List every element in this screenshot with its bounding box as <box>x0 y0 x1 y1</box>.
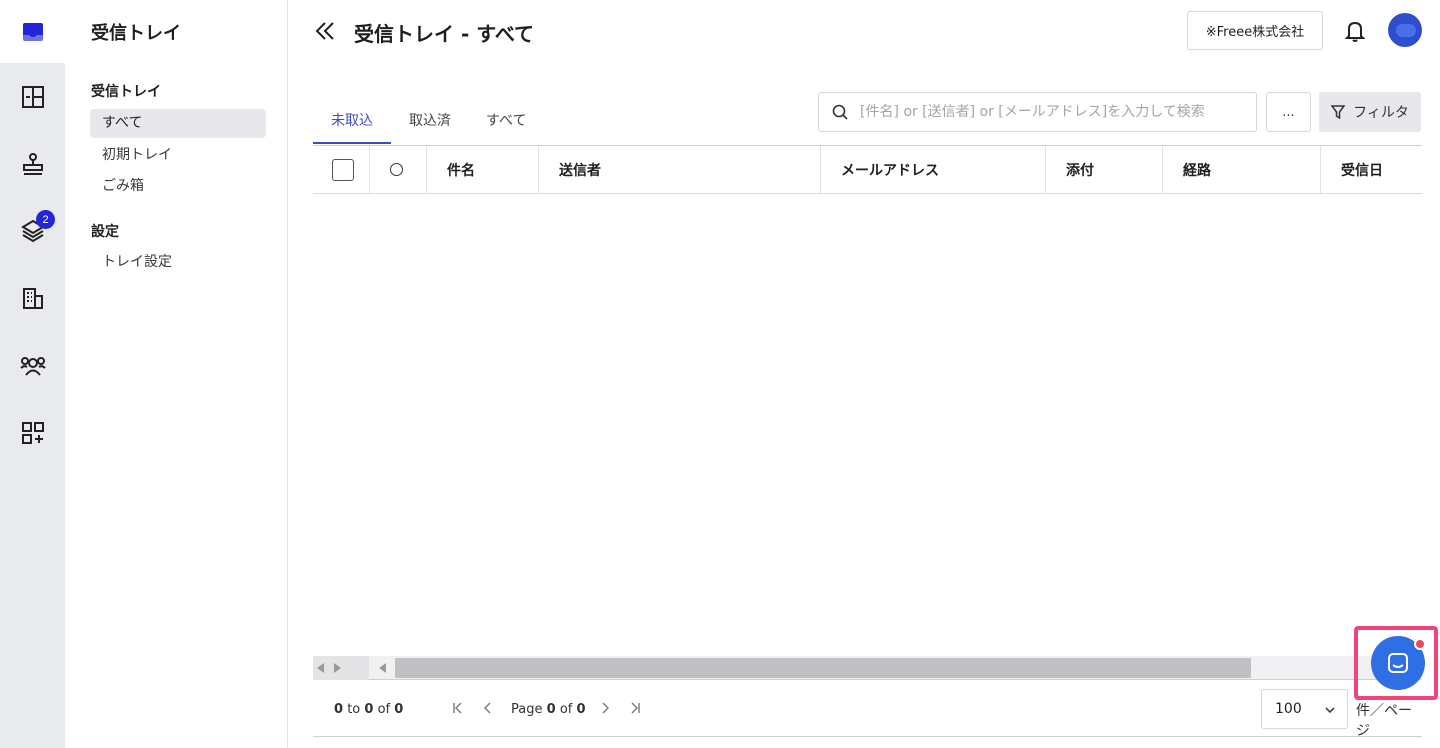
tab-not-imported[interactable]: 未取込 <box>331 110 373 130</box>
more-button[interactable]: ... <box>1266 92 1311 132</box>
secondary-sidebar: 受信トレイ 受信トレイ すべて 初期トレイ ごみ箱 設定 トレイ設定 <box>65 0 288 748</box>
filter-icon <box>1331 105 1346 119</box>
range-to-word: to <box>347 702 361 717</box>
dashboard-icon[interactable] <box>0 73 65 121</box>
chevron-down-icon <box>1325 707 1335 714</box>
building-icon[interactable] <box>0 274 65 322</box>
column-header-sender[interactable]: 送信者 <box>538 146 821 193</box>
tab-imported[interactable]: 取込済 <box>409 110 451 130</box>
page-title: 受信トレイ - すべて <box>354 22 535 46</box>
scroll-right-icon[interactable] <box>333 663 341 673</box>
status-column-header <box>369 146 427 193</box>
column-header-route[interactable]: 経路 <box>1162 146 1321 193</box>
sidebar-item-all[interactable]: すべて <box>90 109 266 138</box>
chat-unread-dot <box>1414 638 1426 650</box>
scroll-left-icon[interactable] <box>317 663 325 673</box>
range-to: 0 <box>364 702 374 717</box>
column-header-attachment[interactable]: 添付 <box>1045 146 1163 193</box>
notification-badge: 2 <box>36 210 55 229</box>
avatar[interactable] <box>1388 13 1422 47</box>
per-page-unit: 件／ページ <box>1356 703 1412 739</box>
add-app-icon[interactable] <box>0 409 65 457</box>
main-content: 受信トレイ - すべて ※Freee株式会社 未取込 取込済 すべて ... フ… <box>288 0 1440 748</box>
previous-page-icon[interactable] <box>481 700 495 719</box>
sidebar-item-trash[interactable]: ごみ箱 <box>90 172 266 201</box>
range-of-word: of <box>377 702 391 717</box>
filter-button-label: フィルタ <box>1353 105 1409 121</box>
tab-all[interactable]: すべて <box>486 110 526 130</box>
row-range: 0 to 0 of 0 <box>334 702 403 717</box>
icon-rail: 2 <box>0 0 65 748</box>
page-current: 0 <box>546 702 556 717</box>
next-page-icon[interactable] <box>598 700 612 719</box>
sidebar-section-settings: 設定 <box>91 224 119 240</box>
select-all-cell <box>313 146 370 193</box>
per-page-value: 100 <box>1275 701 1302 717</box>
inbox-logo-icon[interactable] <box>0 0 65 63</box>
layers-icon[interactable]: 2 <box>0 207 65 255</box>
page-of-word: of <box>559 702 573 717</box>
pinned-scroll-area <box>313 656 369 680</box>
horizontal-scrollbar[interactable] <box>313 656 1422 680</box>
pagination-bar: 0 to 0 of 0 Page 0 of 0 100 件／ページ <box>313 681 1422 739</box>
status-circle-icon <box>390 163 403 176</box>
users-icon[interactable] <box>0 342 65 390</box>
search-icon <box>832 104 848 120</box>
scroll-left-main-icon[interactable] <box>379 663 387 673</box>
search-input[interactable] <box>860 104 1250 120</box>
range-from: 0 <box>334 702 344 717</box>
column-header-subject[interactable]: 件名 <box>426 146 539 193</box>
first-page-icon[interactable] <box>451 700 465 719</box>
active-tab-indicator <box>313 142 391 144</box>
chat-icon <box>1388 653 1408 673</box>
scrollbar-thumb[interactable] <box>395 658 1251 678</box>
page-indicator: Page 0 of 0 <box>511 702 586 717</box>
sidebar-item-default-tray[interactable]: 初期トレイ <box>90 141 266 170</box>
collapse-double-chevron-icon[interactable] <box>315 21 335 45</box>
filter-button[interactable]: フィルタ <box>1319 92 1421 132</box>
column-header-received-date[interactable]: 受信日 <box>1320 146 1422 193</box>
column-header-email[interactable]: メールアドレス <box>820 146 1046 193</box>
range-total: 0 <box>394 702 404 717</box>
search-box[interactable] <box>818 92 1257 132</box>
company-switch-button[interactable]: ※Freee株式会社 <box>1187 11 1323 50</box>
sidebar-title: 受信トレイ <box>91 23 181 44</box>
page-word: Page <box>511 702 543 717</box>
per-page-select[interactable]: 100 <box>1261 689 1348 729</box>
table-header: 件名 送信者 メールアドレス 添付 経路 受信日 <box>313 145 1422 194</box>
sidebar-section-inbox: 受信トレイ <box>91 84 161 100</box>
select-all-checkbox[interactable] <box>332 158 354 181</box>
last-page-icon[interactable] <box>628 700 642 719</box>
stamp-icon[interactable] <box>0 140 65 188</box>
sidebar-item-tray-settings[interactable]: トレイ設定 <box>90 248 266 277</box>
bell-icon[interactable] <box>1344 20 1366 46</box>
page-total: 0 <box>576 702 586 717</box>
